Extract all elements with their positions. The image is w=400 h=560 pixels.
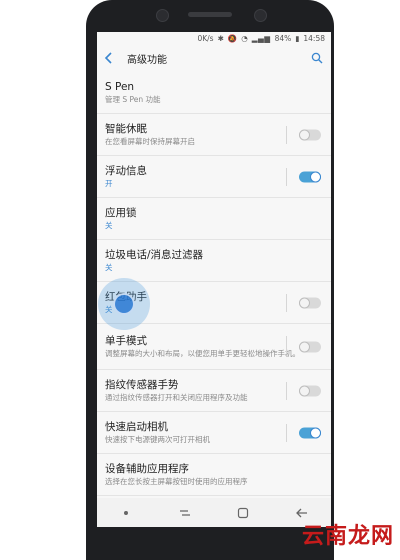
sensor-icon xyxy=(156,9,169,22)
navigation-bar xyxy=(97,498,331,527)
settings-item-subtitle: 在您看屏幕时保持屏幕开启 xyxy=(105,136,195,146)
settings-item-subtitle: 选择在您长按主屏幕按钮时使用的应用程序 xyxy=(105,476,248,486)
recent-apps-button[interactable] xyxy=(174,506,196,520)
settings-item-title: 浮动信息 xyxy=(105,164,147,177)
settings-item-title: 应用锁 xyxy=(105,206,137,219)
settings-item[interactable]: 浮动信息开 xyxy=(97,156,331,198)
toggle-knob xyxy=(299,129,310,140)
toggle-switch[interactable] xyxy=(299,427,321,438)
toggle-switch[interactable] xyxy=(299,297,321,308)
status-bar: 0K/s ✱ 🔕 ◔ ▂▄▆ 84% ▮ 14:58 xyxy=(97,32,331,44)
back-arrow-icon[interactable] xyxy=(103,52,115,64)
home-button[interactable] xyxy=(232,506,254,520)
toggle-knob xyxy=(310,171,321,182)
dot-icon xyxy=(124,510,129,515)
settings-item-title: 单手模式 xyxy=(105,334,147,347)
settings-item-subtitle: 开 xyxy=(105,178,113,188)
clock: 14:58 xyxy=(303,33,325,43)
touch-indicator-core xyxy=(113,293,135,315)
back-nav-icon xyxy=(295,508,307,517)
battery-icon: ▮ xyxy=(295,33,300,43)
phone-top-bezel xyxy=(86,0,334,32)
settings-item[interactable]: 垃圾电话/消息过滤器关 xyxy=(97,240,331,282)
toggle-knob xyxy=(299,385,310,396)
toggle-switch[interactable] xyxy=(299,129,321,140)
toggle-knob xyxy=(299,341,310,352)
settings-item-subtitle: 管理 S Pen 功能 xyxy=(105,94,161,104)
search-icon[interactable] xyxy=(311,52,323,64)
settings-item-title: 快速启动相机 xyxy=(105,420,168,433)
front-camera-icon xyxy=(254,9,267,22)
vertical-divider xyxy=(286,126,287,144)
toggle-switch[interactable] xyxy=(299,171,321,182)
dot-button[interactable] xyxy=(115,506,137,520)
settings-item[interactable]: 应用锁关 xyxy=(97,198,331,240)
wifi-icon: ◔ xyxy=(241,33,248,43)
settings-item[interactable]: 设备辅助应用程序 选择在您长按主屏幕按钮时使用的应用程序 xyxy=(97,454,331,496)
watermark-text: 云南龙网 xyxy=(301,524,394,549)
toggle-switch[interactable] xyxy=(299,341,321,352)
settings-item[interactable]: 单手模式 调整屏幕的大小和布局，以便您用单手更轻松地操作手机。 xyxy=(97,324,331,370)
settings-item[interactable]: 指纹传感器手势 通过指纹传感器打开和关闭应用程序及功能 xyxy=(97,370,331,412)
settings-item-title: S Pen xyxy=(105,80,135,93)
page-title: 高级功能 xyxy=(127,54,167,66)
app-bar: 高级功能 xyxy=(97,44,331,72)
settings-item-title: 智能休眠 xyxy=(105,122,147,135)
mute-icon: 🔕 xyxy=(227,33,238,43)
settings-item-title: 设备辅助应用程序 xyxy=(105,462,189,475)
speaker-grille xyxy=(188,12,232,17)
toggle-switch[interactable] xyxy=(299,385,321,396)
vertical-divider xyxy=(286,382,287,400)
settings-item-title: 垃圾电话/消息过滤器 xyxy=(105,248,204,261)
signal-icon: ▂▄▆ xyxy=(251,33,271,43)
vertical-divider xyxy=(286,424,287,442)
settings-item[interactable]: 智能休眠 在您看屏幕时保持屏幕开启 xyxy=(97,114,331,156)
home-icon xyxy=(238,507,249,518)
vertical-divider xyxy=(286,336,287,354)
toggle-knob xyxy=(299,297,310,308)
toggle-knob xyxy=(310,427,321,438)
vertical-divider xyxy=(286,294,287,312)
settings-item[interactable]: S Pen 管理 S Pen 功能 xyxy=(97,72,331,114)
bluetooth-icon: ✱ xyxy=(217,33,224,43)
settings-item[interactable]: 快速启动相机 快速按下电源键两次可打开相机 xyxy=(97,412,331,454)
settings-item-subtitle: 快速按下电源键两次可打开相机 xyxy=(105,434,210,444)
battery-percent: 84% xyxy=(274,33,292,43)
vertical-divider xyxy=(286,168,287,186)
settings-item-title: 指纹传感器手势 xyxy=(105,378,179,391)
settings-item-subtitle: 关 xyxy=(105,220,113,230)
settings-item-subtitle: 调整屏幕的大小和布局，以便您用单手更轻松地操作手机。 xyxy=(105,348,300,358)
recent-apps-icon xyxy=(179,509,190,516)
network-speed: 0K/s xyxy=(197,33,214,43)
settings-item-subtitle: 通过指纹传感器打开和关闭应用程序及功能 xyxy=(105,392,248,402)
settings-item-subtitle: 关 xyxy=(105,262,113,272)
